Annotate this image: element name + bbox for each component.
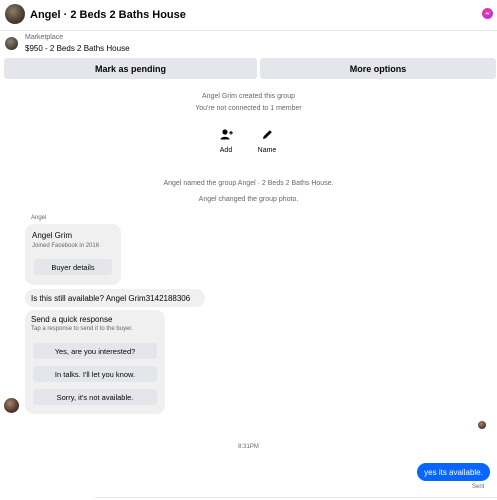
quick-reply-not-available-button[interactable]: Sorry, it's not available. — [33, 389, 157, 405]
marketplace-label: Marketplace — [25, 34, 64, 41]
group-created-text: Angel Grim created this group — [202, 93, 295, 100]
profile-joined: Joined Facebook in 2016 — [32, 243, 100, 249]
seen-avatar — [478, 421, 486, 429]
add-person-icon — [216, 124, 236, 144]
sender-avatar[interactable] — [4, 398, 19, 413]
outgoing-message[interactable]: yes its available. — [417, 463, 490, 481]
quick-reply-in-talks-button[interactable]: In talks. I'll let you know. — [33, 366, 157, 382]
add-label: Add — [219, 147, 233, 154]
quick-response-title: Send a quick response — [31, 315, 113, 324]
buyer-question-message[interactable]: Is this still available? Angel Grim31421… — [25, 289, 205, 307]
group-photo-text: Angel changed the group photo. — [198, 196, 299, 203]
marketplace-listing[interactable]: Marketplace $950 - 2 Beds 2 Baths House — [0, 33, 497, 57]
pencil-icon — [257, 124, 277, 144]
sender-name: Angel — [31, 215, 47, 221]
buyer-details-button[interactable]: Buyer details — [34, 259, 112, 275]
more-options-button[interactable]: More options — [260, 58, 496, 79]
name-group-button[interactable]: Name — [249, 124, 285, 154]
message-timestamp: 8:31PM — [238, 444, 259, 450]
profile-card: Angel Grim Joined Facebook in 2016 Buyer… — [25, 224, 121, 285]
sent-status: Sent — [472, 484, 485, 490]
messenger-icon[interactable] — [482, 8, 493, 19]
name-label: Name — [257, 147, 277, 154]
add-member-button[interactable]: Add — [208, 124, 244, 154]
not-connected-text: You're not connected to 1 member — [195, 105, 302, 112]
group-named-text: Angel named the group Angel · 2 Beds 2 B… — [163, 180, 334, 187]
group-avatar[interactable] — [5, 4, 25, 24]
chat-title[interactable]: Angel · 2 Beds 2 Baths House — [30, 9, 186, 21]
listing-thumbnail — [5, 37, 18, 50]
quick-response-card: Send a quick response Tap a response to … — [25, 310, 165, 414]
chat-header: Angel · 2 Beds 2 Baths House — [0, 0, 497, 31]
quick-response-subtitle: Tap a response to send it to the buyer. — [31, 326, 133, 332]
divider — [95, 497, 497, 498]
listing-price-title: $950 - 2 Beds 2 Baths House — [25, 44, 130, 53]
profile-name: Angel Grim — [32, 231, 73, 240]
mark-as-pending-button[interactable]: Mark as pending — [4, 58, 257, 79]
quick-reply-yes-button[interactable]: Yes, are you interested? — [33, 343, 157, 359]
